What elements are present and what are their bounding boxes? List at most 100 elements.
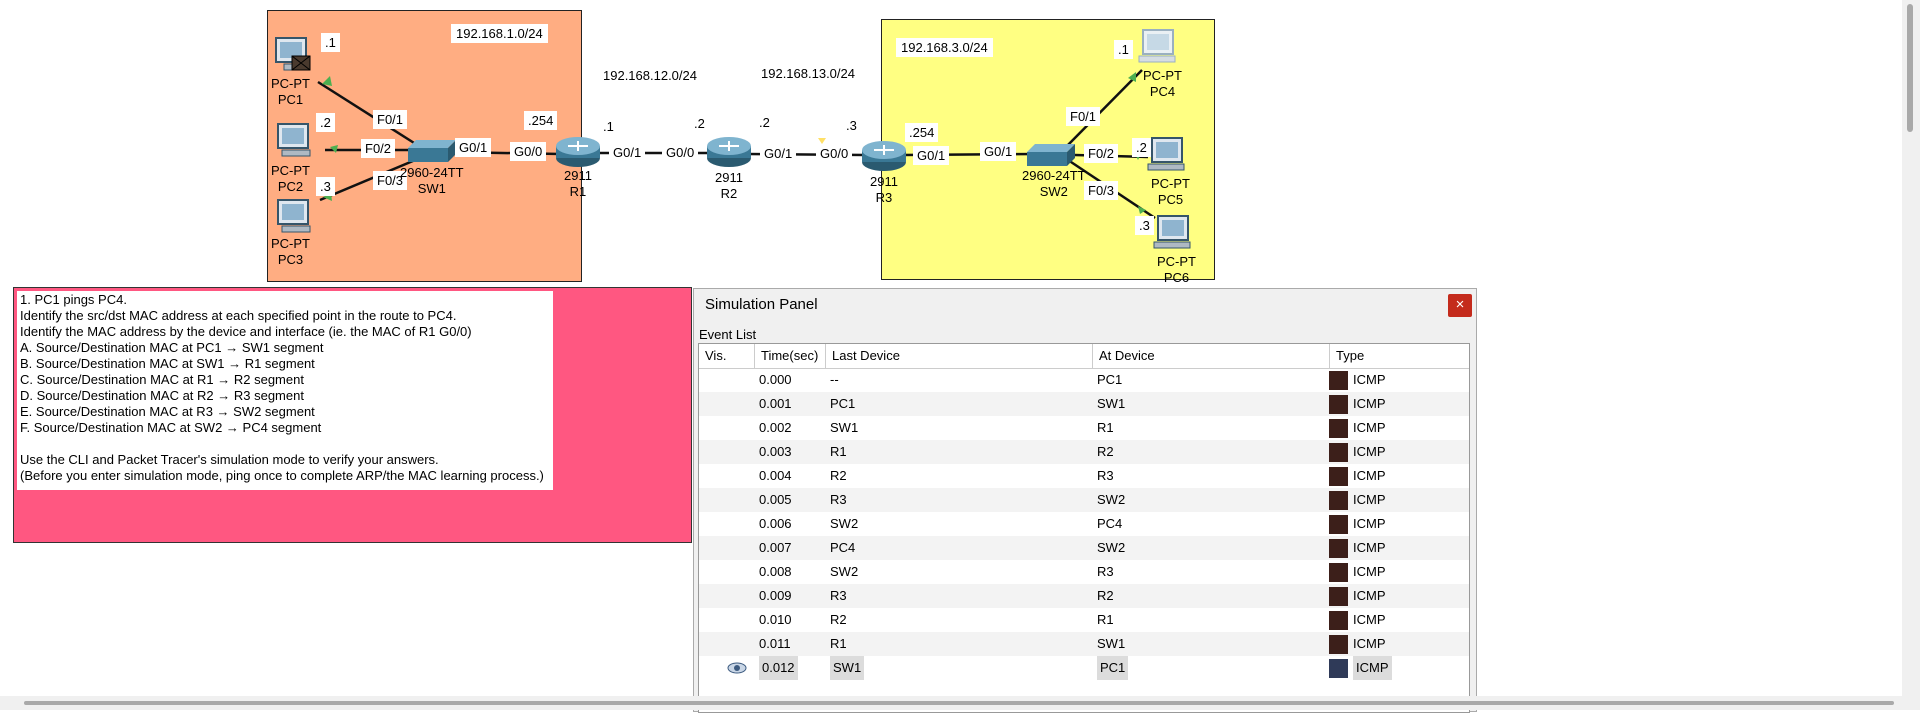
column-header-vis[interactable]: Vis.: [699, 344, 755, 368]
pc1-label[interactable]: PC-PT PC1: [271, 76, 310, 108]
event-row[interactable]: 0.008 SW2 R3 ICMP: [699, 560, 1469, 584]
sw1-label[interactable]: 2960-24TT SW1: [400, 165, 464, 197]
sw2-switch-icon: [1027, 144, 1075, 166]
event-type-color[interactable]: [1329, 635, 1348, 654]
instruction-line: [20, 436, 550, 452]
r2-r3-network-label: 192.168.13.0/24: [756, 64, 860, 83]
event-type: ICMP: [1353, 396, 1386, 411]
event-time: 0.005: [759, 492, 792, 507]
event-type: ICMP: [1353, 588, 1386, 603]
event-type-color[interactable]: [1329, 563, 1348, 582]
instruction-line: Use the CLI and Packet Tracer's simulati…: [20, 452, 439, 467]
event-time: 0.001: [759, 396, 792, 411]
event-row[interactable]: 0.002 SW1 R1 ICMP: [699, 416, 1469, 440]
sw1-g01-label: G0/1: [455, 138, 492, 157]
horizontal-scrollbar[interactable]: [0, 696, 1902, 710]
sw2-g01-label: G0/1: [980, 142, 1017, 161]
instruction-line: D. Source/Destination MAC at R2 → R3 seg…: [20, 388, 304, 403]
sw2-f02-label: F0/2: [1084, 144, 1119, 163]
r1-label[interactable]: 2911 R1: [564, 168, 592, 200]
pc2-label[interactable]: PC-PT PC2: [271, 163, 310, 195]
instruction-line: Identify the src/dst MAC address at each…: [20, 308, 457, 323]
event-row[interactable]: 0.006 SW2 PC4 ICMP: [699, 512, 1469, 536]
event-type-color[interactable]: [1329, 659, 1348, 678]
sw2-label[interactable]: 2960-24TT SW2: [1022, 168, 1086, 200]
event-type-color[interactable]: [1329, 611, 1348, 630]
sw1-switch-icon: [408, 140, 456, 162]
pc3-icon: [277, 199, 311, 233]
scrollbar-thumb[interactable]: [24, 701, 1894, 705]
sw2-f01-label: F0/1: [1066, 107, 1101, 126]
event-row[interactable]: 0.005 R3 SW2 ICMP: [699, 488, 1469, 512]
r1-router-icon: [556, 137, 600, 167]
instruction-line: (Before you enter simulation mode, ping …: [20, 468, 544, 483]
column-header-last-device[interactable]: Last Device: [826, 344, 1093, 368]
event-type-color[interactable]: [1329, 371, 1348, 390]
event-type: ICMP: [1353, 444, 1386, 459]
event-type: ICMP: [1353, 516, 1386, 531]
r3-g01-label: G0/1: [913, 146, 950, 165]
r2-g00-label: G0/0: [662, 143, 699, 162]
close-button[interactable]: ×: [1448, 294, 1472, 317]
event-type: ICMP: [1353, 492, 1386, 507]
r3-lan-host-label: .254: [905, 123, 939, 142]
r1-wan-host-label: .1: [599, 117, 618, 136]
right-network-label: 192.168.3.0/24: [896, 38, 993, 57]
r1-g00-label: G0/0: [510, 142, 547, 161]
event-at-device: SW1: [1097, 396, 1126, 411]
event-at-device: R1: [1097, 612, 1114, 627]
event-row[interactable]: 0.010 R2 R1 ICMP: [699, 608, 1469, 632]
event-at-device: R1: [1097, 420, 1114, 435]
pc4-label[interactable]: PC-PT PC4: [1143, 68, 1182, 100]
r3-label[interactable]: 2911 R3: [870, 174, 898, 206]
scrollbar-thumb[interactable]: [1907, 4, 1913, 132]
event-row[interactable]: 0.011 R1 SW1 ICMP: [699, 632, 1469, 656]
event-last-device: SW1: [830, 420, 859, 435]
r2-label[interactable]: 2911 R2: [715, 170, 743, 202]
vertical-scrollbar[interactable]: [1902, 0, 1920, 710]
column-header-type[interactable]: Type: [1330, 344, 1469, 368]
event-type-color[interactable]: [1329, 587, 1348, 606]
event-row[interactable]: 0.000 -- PC1 ICMP: [699, 368, 1469, 392]
event-type: ICMP: [1353, 468, 1386, 483]
event-type-color[interactable]: [1329, 539, 1348, 558]
eye-icon[interactable]: [727, 656, 747, 680]
event-row[interactable]: 0.001 PC1 SW1 ICMP: [699, 392, 1469, 416]
event-type-color[interactable]: [1329, 395, 1348, 414]
pc5-label[interactable]: PC-PT PC5: [1151, 176, 1190, 208]
event-list-label: Event List: [699, 327, 757, 342]
column-header-at-device[interactable]: At Device: [1093, 344, 1330, 368]
event-time: 0.009: [759, 588, 792, 603]
event-time: 0.003: [759, 444, 792, 459]
event-time: 0.012: [759, 656, 798, 680]
event-type: ICMP: [1353, 564, 1386, 579]
event-row[interactable]: 0.012 SW1 PC1 ICMP: [699, 656, 1469, 680]
event-row[interactable]: 0.004 R2 R3 ICMP: [699, 464, 1469, 488]
event-last-device: R2: [830, 612, 847, 627]
event-at-device: PC1: [1097, 372, 1123, 387]
event-time: 0.010: [759, 612, 792, 627]
event-type-color[interactable]: [1329, 443, 1348, 462]
event-row[interactable]: 0.003 R1 R2 ICMP: [699, 440, 1469, 464]
event-time: 0.000: [759, 372, 792, 387]
event-type: ICMP: [1353, 612, 1386, 627]
event-row[interactable]: 0.009 R3 R2 ICMP: [699, 584, 1469, 608]
event-time: 0.011: [759, 636, 791, 651]
sw1-f02-label: F0/2: [361, 139, 396, 158]
instruction-line: 1. PC1 pings PC4.: [20, 292, 127, 307]
pc2-icon: [277, 123, 311, 157]
event-type-color[interactable]: [1329, 467, 1348, 486]
pc6-label[interactable]: PC-PT PC6: [1157, 254, 1196, 286]
event-row[interactable]: 0.007 PC4 SW2 ICMP: [699, 536, 1469, 560]
event-type-color[interactable]: [1329, 515, 1348, 534]
event-at-device: R3: [1097, 564, 1114, 579]
pc6-host-label: .3: [1135, 216, 1154, 235]
event-at-device: PC1: [1097, 656, 1129, 680]
pc1-icon: [275, 37, 311, 71]
event-type-color[interactable]: [1329, 419, 1348, 438]
event-at-device: SW1: [1097, 636, 1126, 651]
event-type-color[interactable]: [1329, 491, 1348, 510]
pc3-label[interactable]: PC-PT PC3: [271, 236, 310, 268]
column-header-time[interactable]: Time(sec): [755, 344, 826, 368]
sw1-f01-label: F0/1: [373, 110, 408, 129]
